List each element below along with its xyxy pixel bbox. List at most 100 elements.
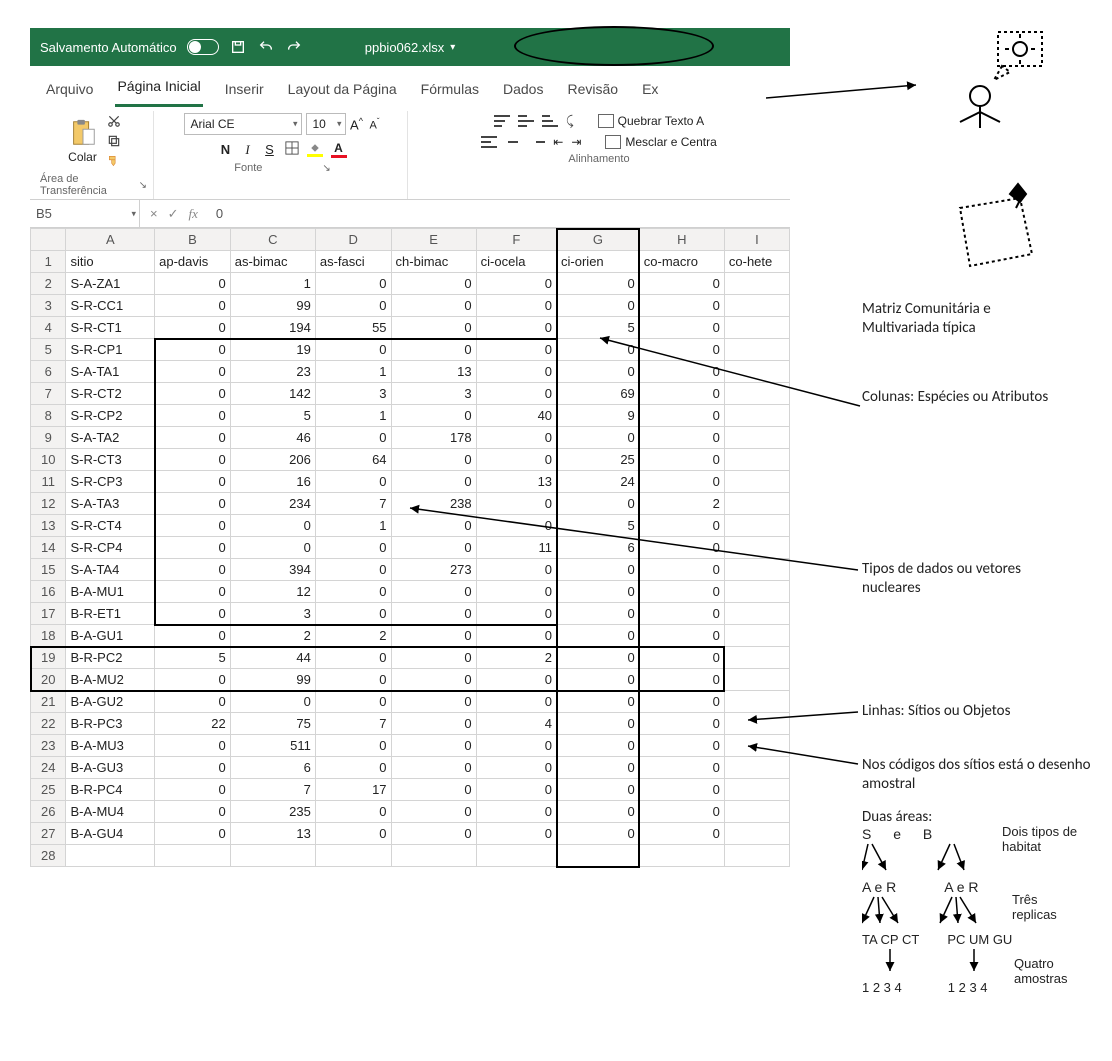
- cell[interactable]: 2: [315, 625, 391, 647]
- cell[interactable]: 0: [155, 625, 231, 647]
- cell[interactable]: 16: [230, 471, 315, 493]
- fx-icon[interactable]: fx: [189, 206, 198, 222]
- cell[interactable]: S-R-CT1: [66, 317, 155, 339]
- cell[interactable]: 0: [315, 691, 391, 713]
- row-header[interactable]: 27: [31, 823, 66, 845]
- col-header-H[interactable]: H: [639, 229, 724, 251]
- cell[interactable]: 0: [476, 801, 556, 823]
- cell[interactable]: 19: [230, 339, 315, 361]
- align-top-icon[interactable]: [494, 115, 510, 127]
- cell[interactable]: 0: [391, 801, 476, 823]
- tab-layout[interactable]: Layout da Página: [286, 77, 399, 107]
- cell[interactable]: S-R-CC1: [66, 295, 155, 317]
- cell[interactable]: 0: [391, 823, 476, 845]
- orientation-icon[interactable]: ⤹: [566, 113, 574, 129]
- col-header-G[interactable]: G: [557, 229, 640, 251]
- cell[interactable]: ci-orien: [557, 251, 640, 273]
- cell[interactable]: 0: [391, 647, 476, 669]
- cell[interactable]: 1: [315, 405, 391, 427]
- cell[interactable]: 24: [557, 471, 640, 493]
- cell[interactable]: 0: [155, 361, 231, 383]
- bold-button[interactable]: N: [219, 142, 233, 157]
- cell[interactable]: [476, 845, 556, 867]
- select-all-corner[interactable]: [31, 229, 66, 251]
- cell[interactable]: [315, 845, 391, 867]
- cell[interactable]: 0: [155, 273, 231, 295]
- col-header-C[interactable]: C: [230, 229, 315, 251]
- row-header[interactable]: 19: [31, 647, 66, 669]
- cell[interactable]: [724, 625, 789, 647]
- row-header[interactable]: 2: [31, 273, 66, 295]
- cell[interactable]: 0: [315, 537, 391, 559]
- formula-input[interactable]: 0: [208, 206, 231, 221]
- enter-icon[interactable]: ✓: [168, 206, 179, 222]
- cell[interactable]: 0: [155, 559, 231, 581]
- row-header[interactable]: 23: [31, 735, 66, 757]
- cell[interactable]: 0: [476, 779, 556, 801]
- cell[interactable]: [724, 779, 789, 801]
- name-box[interactable]: B5 ▾: [30, 200, 140, 227]
- cell[interactable]: B-A-GU3: [66, 757, 155, 779]
- merge-button[interactable]: Mesclar e Centra: [605, 135, 716, 149]
- cell[interactable]: 13: [230, 823, 315, 845]
- cell[interactable]: 0: [476, 691, 556, 713]
- cell[interactable]: co-hete: [724, 251, 789, 273]
- cell[interactable]: 0: [639, 295, 724, 317]
- cell[interactable]: 0: [155, 427, 231, 449]
- cell[interactable]: 0: [391, 339, 476, 361]
- row-header[interactable]: 16: [31, 581, 66, 603]
- cell[interactable]: B-A-GU4: [66, 823, 155, 845]
- cell[interactable]: 0: [557, 427, 640, 449]
- row-header[interactable]: 4: [31, 317, 66, 339]
- cell[interactable]: 99: [230, 295, 315, 317]
- cell[interactable]: 0: [476, 295, 556, 317]
- cell[interactable]: 194: [230, 317, 315, 339]
- cell[interactable]: 0: [476, 449, 556, 471]
- cell[interactable]: 0: [639, 273, 724, 295]
- row-header[interactable]: 7: [31, 383, 66, 405]
- cell[interactable]: 0: [155, 537, 231, 559]
- row-header[interactable]: 10: [31, 449, 66, 471]
- cell[interactable]: 0: [391, 295, 476, 317]
- cell[interactable]: 394: [230, 559, 315, 581]
- cell[interactable]: 0: [155, 383, 231, 405]
- row-header[interactable]: 21: [31, 691, 66, 713]
- cell[interactable]: [230, 845, 315, 867]
- cell[interactable]: 0: [155, 779, 231, 801]
- cell[interactable]: 0: [639, 801, 724, 823]
- cell[interactable]: S-R-CP1: [66, 339, 155, 361]
- tab-ex[interactable]: Ex: [640, 77, 660, 107]
- clipboard-launcher-icon[interactable]: ↘: [139, 180, 147, 191]
- cell[interactable]: S-A-TA1: [66, 361, 155, 383]
- wrap-text-button[interactable]: Quebrar Texto A: [598, 114, 705, 128]
- cell[interactable]: 5: [155, 647, 231, 669]
- fill-color-button[interactable]: [307, 142, 323, 157]
- cell[interactable]: 142: [230, 383, 315, 405]
- cell[interactable]: 0: [639, 779, 724, 801]
- autosave-toggle[interactable]: [187, 39, 219, 55]
- cell[interactable]: 0: [476, 823, 556, 845]
- row-header[interactable]: 25: [31, 779, 66, 801]
- cell[interactable]: 235: [230, 801, 315, 823]
- cell[interactable]: 0: [315, 427, 391, 449]
- row-header[interactable]: 20: [31, 669, 66, 691]
- cell[interactable]: [155, 845, 231, 867]
- cell[interactable]: 4: [476, 713, 556, 735]
- cell[interactable]: 0: [639, 691, 724, 713]
- cell[interactable]: 0: [557, 779, 640, 801]
- cell[interactable]: 178: [391, 427, 476, 449]
- cell[interactable]: 46: [230, 427, 315, 449]
- cell[interactable]: as-fasci: [315, 251, 391, 273]
- cell[interactable]: B-R-PC3: [66, 713, 155, 735]
- cell[interactable]: [724, 295, 789, 317]
- cell[interactable]: B-A-GU2: [66, 691, 155, 713]
- cell[interactable]: 0: [155, 691, 231, 713]
- cell[interactable]: S-R-CT2: [66, 383, 155, 405]
- align-left-icon[interactable]: [481, 136, 497, 148]
- cell[interactable]: 0: [315, 823, 391, 845]
- font-color-button[interactable]: A: [331, 141, 347, 158]
- cell[interactable]: 75: [230, 713, 315, 735]
- cell[interactable]: [557, 845, 640, 867]
- cut-icon[interactable]: [106, 113, 122, 129]
- cell[interactable]: 0: [155, 493, 231, 515]
